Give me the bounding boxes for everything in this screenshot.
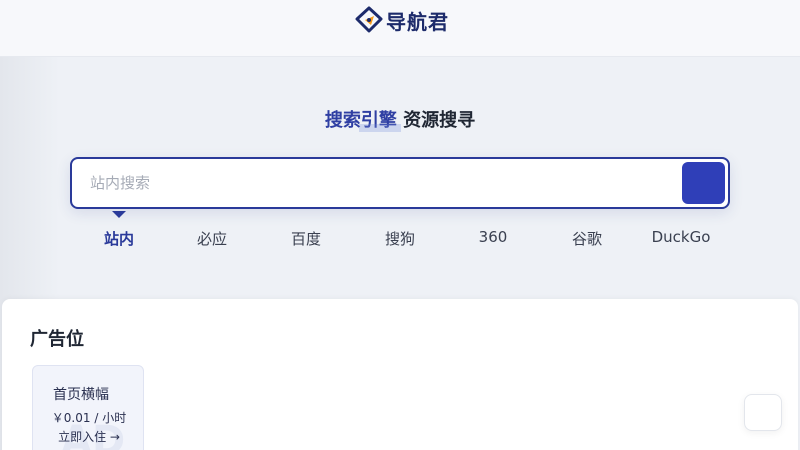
tab-360[interactable]: 360 xyxy=(446,228,540,246)
search-button[interactable] xyxy=(682,162,725,204)
tab-baidu[interactable]: 百度 xyxy=(259,228,353,249)
ad-section: 广告位 AD 首页横幅 ￥0.01 / 小时 立即入住 → xyxy=(2,299,798,450)
ad-card-title: 首页横幅 xyxy=(53,387,109,403)
ad-section-heading: 广告位 xyxy=(30,329,84,350)
search-engine-tabs: 站内 必应 百度 搜狗 360 谷歌 DuckGo xyxy=(72,228,728,254)
title-highlight: 搜索引擎 xyxy=(324,110,397,131)
site-logo-text: 导航君 xyxy=(386,9,449,34)
ad-card-cta-link[interactable]: 立即入住 → xyxy=(33,428,143,445)
ad-card-banner[interactable]: AD 首页横幅 ￥0.01 / 小时 立即入住 → xyxy=(32,365,144,450)
search-box xyxy=(70,157,730,209)
title-rest: 资源搜寻 xyxy=(396,110,476,131)
compass-logo-icon xyxy=(355,6,383,33)
tab-duckgo[interactable]: DuckGo xyxy=(634,228,728,246)
active-tab-indicator xyxy=(112,211,126,218)
tab-google[interactable]: 谷歌 xyxy=(540,228,634,249)
site-logo[interactable]: 导航君 xyxy=(354,5,449,35)
search-section-title: 搜索引擎 资源搜寻 xyxy=(0,106,800,132)
tab-bing[interactable]: 必应 xyxy=(165,228,259,249)
floating-action-button[interactable] xyxy=(744,394,782,431)
top-header: 导航君 xyxy=(0,0,800,57)
ad-card-price: ￥0.01 / 小时 xyxy=(51,411,127,425)
tab-sogou[interactable]: 搜狗 xyxy=(353,228,447,249)
search-input[interactable] xyxy=(90,159,670,207)
tab-site[interactable]: 站内 xyxy=(72,228,166,249)
